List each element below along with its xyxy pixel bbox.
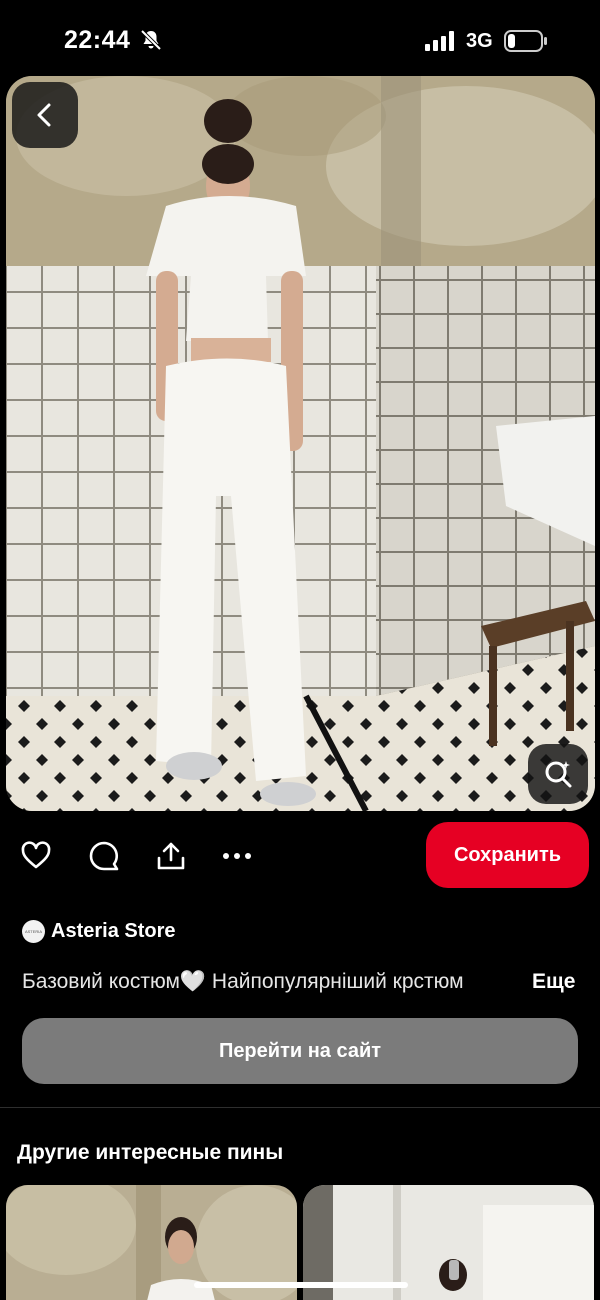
pin-description: Базовий костюм🤍 Найпопулярніший крстюм: [22, 966, 518, 998]
share-icon[interactable]: [155, 840, 187, 872]
back-button[interactable]: [12, 82, 78, 148]
pin-photo-illustration: [6, 76, 595, 811]
visual-search-button[interactable]: [528, 744, 588, 804]
network-label: 3G: [466, 30, 493, 52]
signal-icon: [425, 31, 454, 51]
divider: [0, 1107, 600, 1108]
visual-search-icon: [545, 761, 572, 788]
pin-image[interactable]: [6, 76, 595, 811]
more-icon[interactable]: [221, 840, 253, 872]
more-link[interactable]: Еще: [532, 966, 575, 998]
chevron-left-icon: [37, 103, 51, 127]
status-time: 22:44: [64, 26, 131, 54]
visit-site-button[interactable]: Перейти на сайт: [22, 1018, 578, 1084]
store-avatar: ASTERIA: [22, 919, 45, 943]
store-row[interactable]: ASTERIA Asteria Store: [22, 917, 176, 945]
heart-icon[interactable]: [20, 840, 52, 872]
comment-icon[interactable]: [88, 840, 120, 872]
bell-muted-icon: [140, 29, 162, 51]
battery-icon: [504, 30, 547, 52]
home-indicator: [194, 1282, 408, 1288]
related-pins-title: Другие интересные пины: [17, 1141, 284, 1164]
store-name[interactable]: Asteria Store: [51, 920, 176, 943]
save-button[interactable]: Сохранить: [426, 822, 589, 888]
status-bar: 22:44 3G: [0, 0, 600, 76]
